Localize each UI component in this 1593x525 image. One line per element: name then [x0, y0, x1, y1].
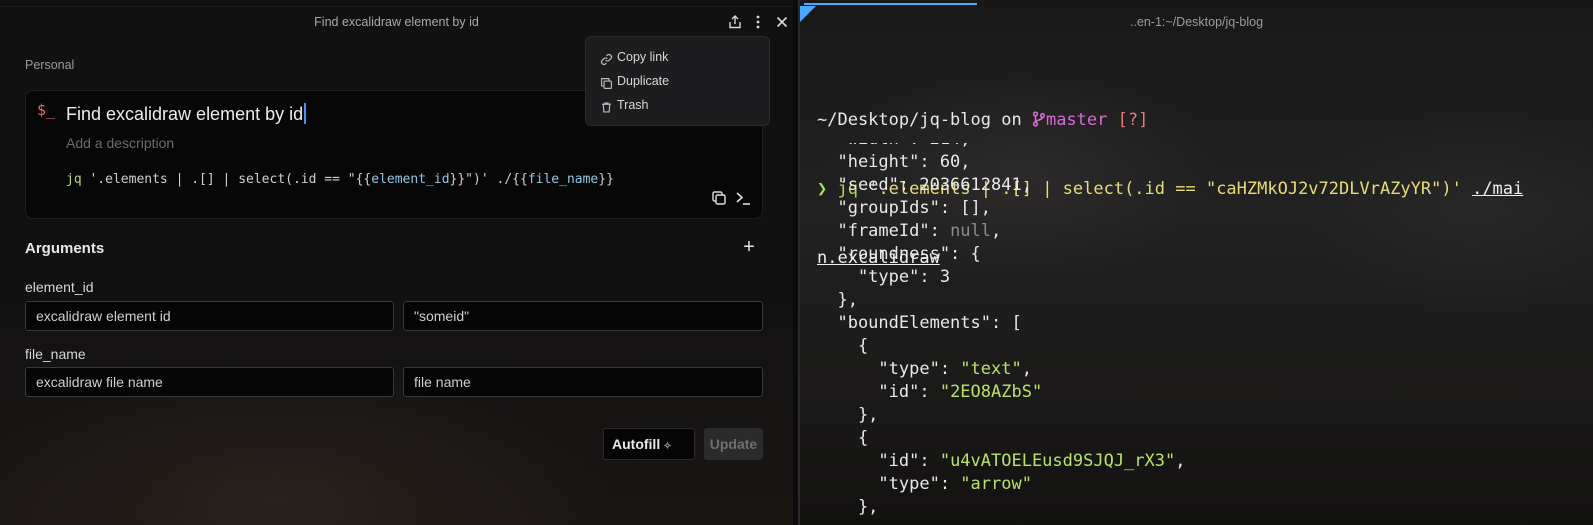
- window-title: Find excalidraw element by id: [314, 15, 479, 29]
- sparkle-icon: ✧: [663, 441, 672, 452]
- json-key: "width": 214,: [817, 143, 970, 149]
- json-key: "groupIds": [],: [817, 198, 991, 218]
- code-text: }}: [598, 172, 614, 187]
- terminal-prompt-icon: $_: [37, 101, 56, 119]
- json-punct: ,: [991, 221, 1002, 241]
- output-line: "id": "u4vATOELEusd9SJQJ_rX3",: [817, 450, 1587, 473]
- json-key: },: [817, 405, 879, 425]
- add-argument-button[interactable]: +: [740, 237, 758, 257]
- menu-item-duplicate[interactable]: Duplicate: [586, 69, 769, 93]
- command-code-editor[interactable]: jq '.elements | .[] | select(.id == "{{e…: [66, 172, 614, 187]
- prompt-line: ~/Desktop/jq-blog on master [?]: [817, 109, 1587, 132]
- command-title-input[interactable]: Find excalidraw element by id: [66, 103, 307, 125]
- code-variable: element_id: [371, 172, 450, 187]
- output-line: "seed": 2036612841,: [817, 174, 1587, 197]
- trash-icon: [600, 98, 613, 113]
- terminal-title: ..en-1:~/Desktop/jq-blog: [1129, 15, 1264, 29]
- argument-description-input[interactable]: excalidraw file name: [25, 367, 394, 397]
- code-keyword: jq: [66, 172, 82, 187]
- json-key: "frameId":: [817, 221, 951, 241]
- output-line: },: [817, 404, 1587, 427]
- terminal-panel[interactable]: ..en-1:~/Desktop/jq-blog ~/Desktop/jq-bl…: [800, 0, 1593, 525]
- json-value: null: [950, 221, 992, 241]
- prompt-on: on: [991, 110, 1032, 130]
- output-line: "roundness": {: [817, 243, 1587, 266]
- json-key: {: [817, 336, 869, 356]
- json-value: "2EO8AZbS": [939, 382, 1043, 402]
- run-in-terminal-icon[interactable]: [734, 189, 752, 207]
- output-line: "frameId": null,: [817, 220, 1587, 243]
- terminal-output: "width": 214, "height": 60, "seed": 2036…: [817, 143, 1587, 525]
- output-line: {: [817, 335, 1587, 358]
- output-line: "type": 3: [817, 266, 1587, 289]
- json-value: "text": [960, 359, 1022, 379]
- copy-icon[interactable]: [710, 189, 728, 207]
- output-line: "boundElements": [: [817, 312, 1587, 335]
- autofill-label: Autofill: [612, 436, 661, 452]
- update-button[interactable]: Update: [704, 428, 763, 460]
- autofill-button[interactable]: Autofill ✧: [603, 428, 695, 460]
- code-variable: file_name: [527, 172, 599, 187]
- menu-item-label: Duplicate: [617, 74, 670, 88]
- command-editor-panel: Find excalidraw element by id Personal $…: [0, 0, 793, 525]
- json-key: "id":: [817, 382, 940, 402]
- json-key: "roundness": {: [817, 244, 981, 264]
- json-value: "u4vATOELEusd9SJQJ_rX3": [939, 451, 1176, 471]
- json-output: "width": 214, "height": 60, "seed": 2036…: [817, 143, 1587, 519]
- more-options-icon[interactable]: [749, 13, 767, 31]
- json-key: "type":: [817, 359, 961, 379]
- json-key: "type":: [817, 474, 961, 494]
- json-key: },: [817, 497, 879, 517]
- argument-description-input[interactable]: excalidraw element id: [25, 301, 394, 331]
- output-line: "height": 60,: [817, 151, 1587, 174]
- command-title-text: Find excalidraw element by id: [66, 104, 304, 124]
- json-punct: ,: [1021, 359, 1032, 379]
- duplicate-icon: [600, 74, 613, 89]
- json-key: "id":: [817, 451, 940, 471]
- code-text: '.elements | .[] | select(.id == "{{: [81, 172, 372, 187]
- arguments-heading: Arguments: [25, 240, 105, 257]
- terminal-tab-bar: [800, 0, 1593, 6]
- argument-default-input[interactable]: "someid": [403, 301, 763, 331]
- active-tab-indicator[interactable]: [804, 3, 977, 5]
- json-key: "seed": 2036612841,: [817, 175, 1032, 195]
- output-line: "type": "arrow": [817, 473, 1587, 496]
- prompt-path: ~/Desktop/jq-blog: [817, 110, 991, 130]
- menu-item-label: Trash: [617, 98, 649, 112]
- menu-item-copy-link[interactable]: Copy link: [586, 45, 769, 69]
- output-line: },: [817, 496, 1587, 519]
- text-cursor: [304, 103, 307, 124]
- git-branch-name: master: [1045, 110, 1108, 130]
- json-key: {: [817, 428, 869, 448]
- json-key: },: [817, 290, 858, 310]
- json-value: "arrow": [960, 474, 1032, 494]
- more-options-menu: Copy link Duplicate Trash: [585, 36, 770, 126]
- json-key: "boundElements": [: [817, 313, 1022, 333]
- menu-item-label: Copy link: [617, 50, 669, 64]
- output-line: {: [817, 427, 1587, 450]
- workspace-label: Personal: [25, 58, 75, 72]
- panel-top-border: [0, 0, 793, 7]
- output-line: "id": "2EO8AZbS": [817, 381, 1587, 404]
- argument-name: element_id: [25, 279, 94, 295]
- git-status: [?]: [1117, 110, 1149, 130]
- output-line: "groupIds": [],: [817, 197, 1587, 220]
- output-line: "width": 214,: [817, 143, 1587, 151]
- description-input[interactable]: Add a description: [66, 135, 174, 151]
- json-key: "type": 3: [817, 267, 951, 287]
- code-text: }}")' ./{{: [449, 172, 528, 187]
- output-line: "type": "text",: [817, 358, 1587, 381]
- output-line: },: [817, 289, 1587, 312]
- link-icon: [600, 50, 613, 66]
- menu-item-trash[interactable]: Trash: [586, 93, 769, 117]
- argument-default-input[interactable]: file name: [403, 367, 763, 397]
- close-icon[interactable]: [773, 13, 791, 31]
- share-icon[interactable]: [726, 13, 744, 31]
- json-punct: ,: [1175, 451, 1186, 471]
- git-branch-icon: [1032, 110, 1046, 130]
- argument-name: file_name: [25, 346, 86, 362]
- json-key: "height": 60,: [817, 152, 971, 172]
